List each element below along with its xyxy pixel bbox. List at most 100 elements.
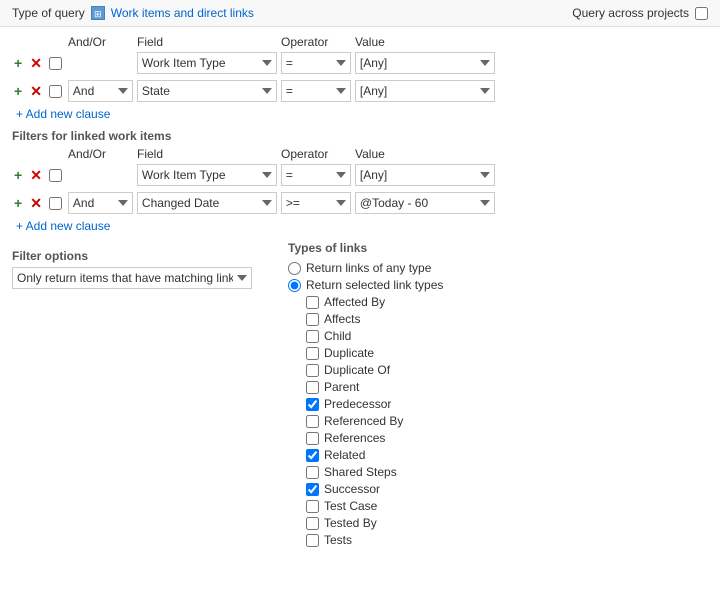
filter-options-select[interactable]: Only return items that have matching lin… <box>12 267 252 289</box>
top-remove-btn-1[interactable]: ✕ <box>28 56 44 70</box>
col-header-val-top: Value <box>355 35 495 49</box>
linked-add-btn-2[interactable]: + <box>12 196 24 210</box>
radio-selected[interactable] <box>288 279 301 292</box>
link-checkbox-label-4: Duplicate Of <box>324 363 390 377</box>
top-field-1[interactable]: Work Item Type <box>137 52 277 74</box>
radio-any-label: Return links of any type <box>306 261 431 275</box>
link-checkbox-tested-by[interactable] <box>306 517 319 530</box>
link-checkbox-affects[interactable] <box>306 313 319 326</box>
link-checkbox-label-7: Referenced By <box>324 414 403 428</box>
link-checkbox-tests[interactable] <box>306 534 319 547</box>
link-checkbox-item-9: Related <box>306 448 708 462</box>
linked-row-1: + ✕ Work Item Type = [Any] <box>12 163 708 187</box>
col-header-field-top: Field <box>137 35 277 49</box>
query-across-checkbox[interactable] <box>695 7 708 20</box>
link-checkbox-item-10: Shared Steps <box>306 465 708 479</box>
link-checkbox-duplicate-of[interactable] <box>306 364 319 377</box>
linked-add-clause-row: + Add new clause <box>12 219 708 233</box>
col-header-op-linked: Operator <box>281 147 351 161</box>
link-checkbox-label-10: Shared Steps <box>324 465 397 479</box>
top-value-2[interactable]: [Any] <box>355 80 495 102</box>
link-checkbox-shared-steps[interactable] <box>306 466 319 479</box>
link-type-radio-group: Return links of any type Return selected… <box>288 261 708 292</box>
linked-row-2: + ✕ And Or Changed Date >= @Today - 60 <box>12 191 708 215</box>
radio-item-any: Return links of any type <box>288 261 708 275</box>
filter-options-label: Filter options <box>12 249 272 263</box>
top-remove-btn-2[interactable]: ✕ <box>28 84 44 98</box>
linked-remove-btn-2[interactable]: ✕ <box>28 196 44 210</box>
linked-field-2[interactable]: Changed Date <box>137 192 277 214</box>
link-type-checkboxes: Affected ByAffectsChildDuplicateDuplicat… <box>288 295 708 547</box>
linked-add-clause-link[interactable]: + Add new clause <box>16 219 110 233</box>
query-across-label: Query across projects <box>572 6 689 20</box>
link-checkbox-label-3: Duplicate <box>324 346 374 360</box>
linked-check-1[interactable] <box>49 169 62 182</box>
radio-any[interactable] <box>288 262 301 275</box>
link-checkbox-item-14: Tests <box>306 533 708 547</box>
query-type-row: Type of query ⊞ Work items and direct li… <box>12 6 254 20</box>
top-bar: Type of query ⊞ Work items and direct li… <box>0 0 720 27</box>
query-across-row: Query across projects <box>572 6 708 20</box>
link-checkbox-item-8: References <box>306 431 708 445</box>
link-checkbox-referenced-by[interactable] <box>306 415 319 428</box>
col-header-val-linked: Value <box>355 147 495 161</box>
linked-col-headers: And/Or Field Operator Value <box>12 147 708 161</box>
types-of-links-section: Types of links Return links of any type … <box>288 241 708 550</box>
top-value-1[interactable]: [Any] <box>355 52 495 74</box>
top-check-2[interactable] <box>49 85 62 98</box>
link-checkbox-related[interactable] <box>306 449 319 462</box>
types-of-links-title: Types of links <box>288 241 708 255</box>
linked-andor-2[interactable]: And Or <box>68 192 133 214</box>
top-add-clause-link[interactable]: + Add new clause <box>16 107 110 121</box>
link-checkbox-label-12: Test Case <box>324 499 377 513</box>
linked-op-1[interactable]: = <box>281 164 351 186</box>
link-checkbox-item-7: Referenced By <box>306 414 708 428</box>
link-checkbox-item-5: Parent <box>306 380 708 394</box>
top-op-2[interactable]: = <box>281 80 351 102</box>
top-add-btn-2[interactable]: + <box>12 84 24 98</box>
top-check-1[interactable] <box>49 57 62 70</box>
link-checkbox-references[interactable] <box>306 432 319 445</box>
link-checkbox-duplicate[interactable] <box>306 347 319 360</box>
link-checkbox-label-14: Tests <box>324 533 352 547</box>
link-checkbox-child[interactable] <box>306 330 319 343</box>
radio-item-selected: Return selected link types <box>288 278 708 292</box>
query-type-label: Type of query <box>12 6 85 20</box>
link-checkbox-affected-by[interactable] <box>306 296 319 309</box>
top-andor-2[interactable]: And Or <box>68 80 133 102</box>
link-checkbox-label-9: Related <box>324 448 365 462</box>
link-checkbox-test-case[interactable] <box>306 500 319 513</box>
link-checkbox-item-13: Tested By <box>306 516 708 530</box>
linked-value-2[interactable]: @Today - 60 <box>355 192 495 214</box>
link-checkbox-predecessor[interactable] <box>306 398 319 411</box>
link-checkbox-item-11: Successor <box>306 482 708 496</box>
linked-remove-btn-1[interactable]: ✕ <box>28 168 44 182</box>
linked-field-1[interactable]: Work Item Type <box>137 164 277 186</box>
top-section-wrap: And/Or Field Operator Value + ✕ Work Ite… <box>0 27 720 233</box>
link-checkbox-successor[interactable] <box>306 483 319 496</box>
link-checkbox-item-3: Duplicate <box>306 346 708 360</box>
linked-value-1[interactable]: [Any] <box>355 164 495 186</box>
linked-check-2[interactable] <box>49 197 62 210</box>
col-header-op-top: Operator <box>281 35 351 49</box>
linked-section-title: Filters for linked work items <box>12 129 708 143</box>
link-checkbox-item-1: Affects <box>306 312 708 326</box>
link-checkbox-label-2: Child <box>324 329 351 343</box>
link-checkbox-label-5: Parent <box>324 380 359 394</box>
top-row-2: + ✕ And Or State = [Any] <box>12 79 708 103</box>
link-checkbox-label-8: References <box>324 431 385 445</box>
link-checkbox-item-2: Child <box>306 329 708 343</box>
link-checkbox-parent[interactable] <box>306 381 319 394</box>
link-checkbox-label-13: Tested By <box>324 516 377 530</box>
bottom-section: Filter options Only return items that ha… <box>0 241 720 550</box>
top-field-2[interactable]: State <box>137 80 277 102</box>
top-op-1[interactable]: = <box>281 52 351 74</box>
col-header-andor-linked: And/Or <box>68 147 133 161</box>
link-checkbox-item-6: Predecessor <box>306 397 708 411</box>
radio-selected-label: Return selected link types <box>306 278 443 292</box>
link-checkbox-label-1: Affects <box>324 312 360 326</box>
query-type-value[interactable]: Work items and direct links <box>111 6 254 20</box>
top-add-btn-1[interactable]: + <box>12 56 24 70</box>
linked-add-btn-1[interactable]: + <box>12 168 24 182</box>
linked-op-2[interactable]: >= <box>281 192 351 214</box>
